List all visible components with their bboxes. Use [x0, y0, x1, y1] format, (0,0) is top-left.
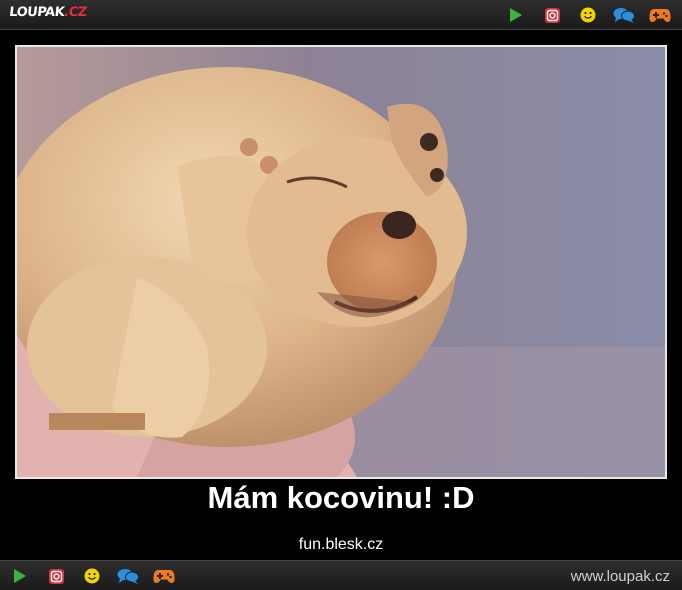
chat-icon[interactable] — [117, 566, 139, 586]
logo-domain: .CZ — [63, 5, 88, 20]
top-nav-icons — [505, 5, 671, 25]
instagram-icon[interactable] — [45, 566, 67, 586]
gamepad-icon[interactable] — [649, 5, 671, 25]
post-caption: Mám kocovinu! :D — [207, 480, 475, 515]
play-icon[interactable] — [505, 5, 527, 25]
bottom-bar: www.loupak.cz — [0, 560, 682, 590]
bottom-nav-icons — [9, 566, 175, 586]
post-image-frame — [15, 45, 667, 479]
puppy-photo — [17, 47, 665, 477]
play-icon[interactable] — [9, 566, 31, 586]
smiley-icon[interactable] — [577, 5, 599, 25]
chat-icon[interactable] — [613, 5, 635, 25]
instagram-icon[interactable] — [541, 5, 563, 25]
top-bar: LOUPAK .CZ — [0, 0, 682, 30]
site-logo[interactable]: LOUPAK .CZ — [8, 5, 87, 25]
gamepad-icon[interactable] — [153, 566, 175, 586]
post-source[interactable]: fun.blesk.cz — [0, 536, 682, 554]
site-url-link[interactable]: www.loupak.cz — [571, 568, 670, 585]
logo-text: LOUPAK — [8, 5, 65, 20]
smiley-icon[interactable] — [81, 566, 103, 586]
